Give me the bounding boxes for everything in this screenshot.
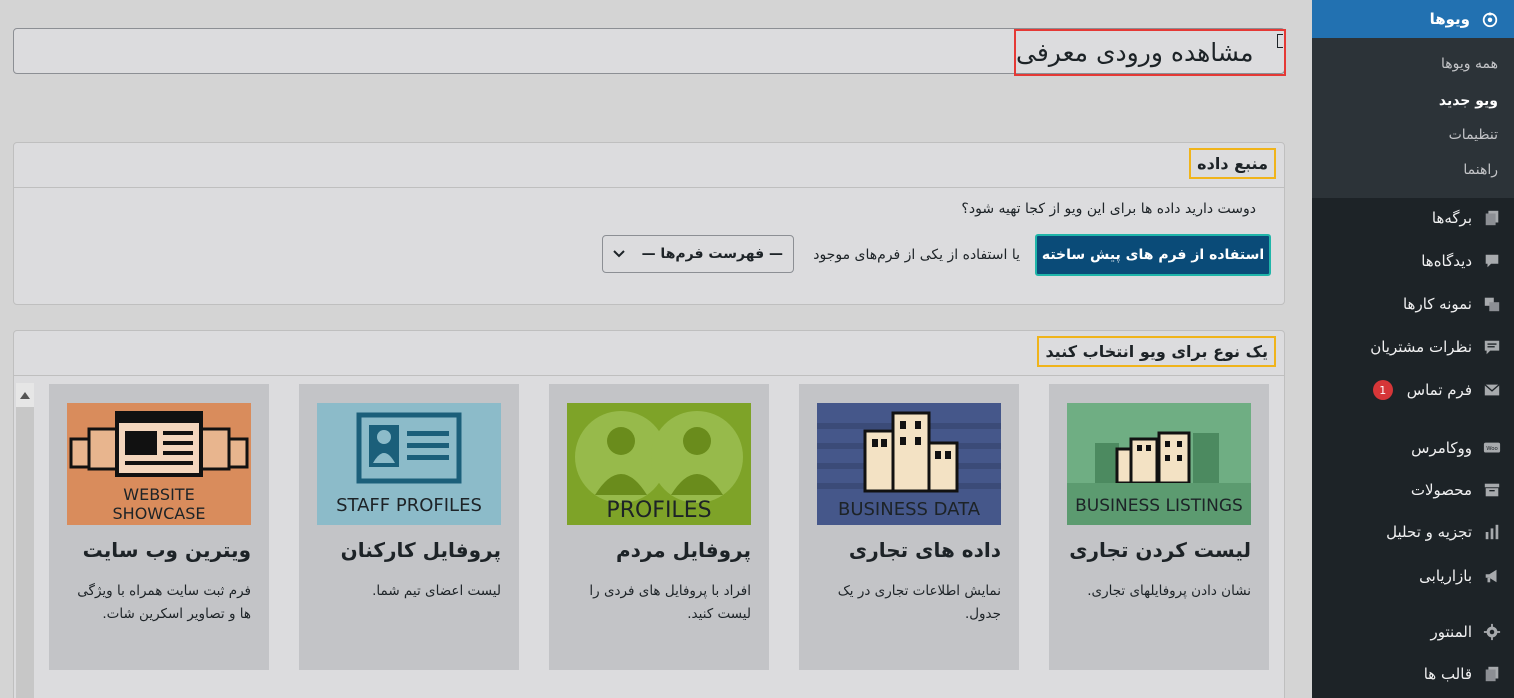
chevron-down-icon: [613, 250, 625, 258]
data-source-question: دوست دارید داده ها برای این ویو از کجا ت…: [961, 201, 1256, 217]
sidebar-item-products[interactable]: محصولات: [1312, 472, 1514, 508]
sidebar-item-label: ویوها: [1429, 10, 1470, 28]
card-description: نشان دادن پروفایلهای تجاری.: [1087, 583, 1251, 599]
cards-scrollbar[interactable]: [16, 383, 34, 698]
sidebar-item-label: نمونه کارها: [1402, 295, 1472, 313]
thumb-label: SHOWCASE: [113, 504, 206, 523]
sidebar-item-label: محصولات: [1410, 481, 1472, 499]
view-type-card-staff-profiles[interactable]: STAFF PROFILES پروفایل کارکنان لیست اعضا…: [299, 384, 519, 670]
pages-icon: [1482, 208, 1502, 228]
card-title: لیست کردن تجاری: [1069, 538, 1251, 562]
views-submenu: همه ویوها ویو جدید تنظیمات راهنما: [1312, 38, 1514, 198]
sidebar-item-label: فرم تماس: [1406, 381, 1472, 399]
thumb-label: PROFILES: [606, 498, 711, 523]
sidebar-item-label: تجزیه و تحلیل: [1386, 523, 1472, 541]
view-type-heading: یک نوع برای ویو انتخاب کنید: [1037, 336, 1276, 367]
svg-text:Woo: Woo: [1486, 446, 1498, 452]
thumb-label: WEBSITE: [123, 485, 194, 504]
admin-sidebar: ویوها همه ویوها ویو جدید تنظیمات راهنما …: [1304, 0, 1514, 698]
notification-badge: 1: [1372, 380, 1393, 400]
submenu-help[interactable]: راهنما: [1463, 162, 1498, 178]
thumb-label: BUSINESS LISTINGS: [1075, 496, 1243, 516]
sidebar-item-marketing[interactable]: بازاریابی: [1312, 558, 1514, 594]
thumb-label: BUSINESS DATA: [838, 499, 981, 520]
mail-icon: [1482, 380, 1502, 400]
testimonials-icon: [1482, 337, 1502, 357]
text-cursor: [1277, 34, 1283, 48]
chart-icon: [1482, 522, 1502, 542]
scroll-up-arrow-icon[interactable]: [16, 383, 34, 407]
panel-header: یک نوع برای ویو انتخاب کنید: [14, 331, 1284, 376]
sidebar-item-views[interactable]: ویوها: [1304, 0, 1514, 38]
use-prebuilt-forms-button[interactable]: استفاده از فرم های پیش ساخته: [1035, 234, 1271, 276]
gear-icon: [1482, 622, 1502, 642]
business-data-thumbnail: BUSINESS DATA: [817, 403, 1001, 525]
data-source-panel: منبع داده دوست دارید داده ها برای این وی…: [13, 142, 1285, 305]
view-type-card-business-listings[interactable]: BUSINESS LISTINGS لیست کردن تجاری نشان د…: [1049, 384, 1269, 670]
data-source-heading: منبع داده: [1189, 148, 1276, 179]
submenu-settings[interactable]: تنظیمات: [1449, 127, 1498, 143]
business-listings-thumbnail: BUSINESS LISTINGS: [1067, 403, 1251, 525]
sidebar-item-label: دیدگاه‌ها: [1421, 252, 1472, 270]
sidebar-item-label: قالب ها: [1423, 665, 1472, 683]
card-description: فرم ثبت سایت همراه با ویژگی ها و تصاویر …: [77, 583, 251, 622]
card-description: نمایش اطلاعات تجاری در یک جدول.: [837, 583, 1001, 622]
comments-icon: [1482, 251, 1502, 271]
sidebar-item-label: برگه‌ها: [1431, 209, 1472, 227]
sidebar-item-portfolio[interactable]: نمونه کارها: [1312, 286, 1514, 322]
view-type-card-website-showcase[interactable]: WEBSITE SHOWCASE ویترین وب سایت فرم ثبت …: [49, 384, 269, 670]
website-showcase-thumbnail: WEBSITE SHOWCASE: [67, 403, 251, 525]
portfolio-icon: [1482, 294, 1502, 314]
current-menu-arrow: [1304, 11, 1312, 27]
sidebar-item-pages[interactable]: برگه‌ها: [1312, 200, 1514, 236]
panel-header: منبع داده: [14, 143, 1284, 188]
view-type-card-profiles[interactable]: PROFILES پروفایل مردم افراد با پروفایل ه…: [549, 384, 769, 670]
sidebar-item-label: بازاریابی: [1419, 567, 1472, 585]
megaphone-icon: [1482, 566, 1502, 586]
archive-icon: [1482, 480, 1502, 500]
submenu-new-view[interactable]: ویو جدید: [1439, 93, 1498, 109]
submenu-all-views[interactable]: همه ویوها: [1441, 56, 1498, 72]
templates-icon: [1482, 664, 1502, 684]
forms-list-select[interactable]: — فهرست فرم‌ها —: [602, 235, 794, 273]
sidebar-item-templates[interactable]: قالب ها: [1312, 656, 1514, 692]
sidebar-item-comments[interactable]: دیدگاه‌ها: [1312, 243, 1514, 279]
card-title: پروفایل کارکنان: [340, 538, 501, 562]
toolset-icon: [1480, 9, 1500, 29]
card-title: پروفایل مردم: [615, 538, 751, 562]
profiles-thumbnail: PROFILES: [567, 403, 751, 525]
view-type-card-business-data[interactable]: BUSINESS DATA داده های تجاری نمایش اطلاع…: [799, 384, 1019, 670]
sidebar-item-elementor[interactable]: المنتور: [1312, 614, 1514, 650]
staff-profiles-thumbnail: STAFF PROFILES: [317, 403, 501, 525]
card-title: داده های تجاری: [848, 538, 1001, 562]
sidebar-item-label: نظرات مشتریان: [1370, 338, 1472, 356]
view-title-value[interactable]: مشاهده ورودی معرفی: [1014, 29, 1286, 76]
thumb-label: STAFF PROFILES: [336, 495, 482, 516]
or-existing-forms-text: یا استفاده از یکی از فرم‌های موجود: [813, 247, 1020, 263]
sidebar-item-analytics[interactable]: تجزیه و تحلیل: [1312, 514, 1514, 550]
sidebar-item-testimonials[interactable]: نظرات مشتریان: [1312, 329, 1514, 365]
select-value: — فهرست فرم‌ها —: [641, 246, 783, 262]
sidebar-item-label: ووکامرس: [1411, 439, 1472, 457]
card-description: افراد با پروفایل های فردی را لیست کنید.: [589, 583, 751, 622]
sidebar-item-woocommerce[interactable]: Woo ووکامرس: [1312, 430, 1514, 466]
sidebar-item-contact-form[interactable]: فرم تماس 1: [1312, 372, 1514, 408]
card-description: لیست اعضای تیم شما.: [372, 583, 501, 599]
card-title: ویترین وب سایت: [82, 538, 251, 562]
sidebar-item-label: المنتور: [1430, 623, 1472, 641]
woocommerce-icon: Woo: [1482, 438, 1502, 458]
